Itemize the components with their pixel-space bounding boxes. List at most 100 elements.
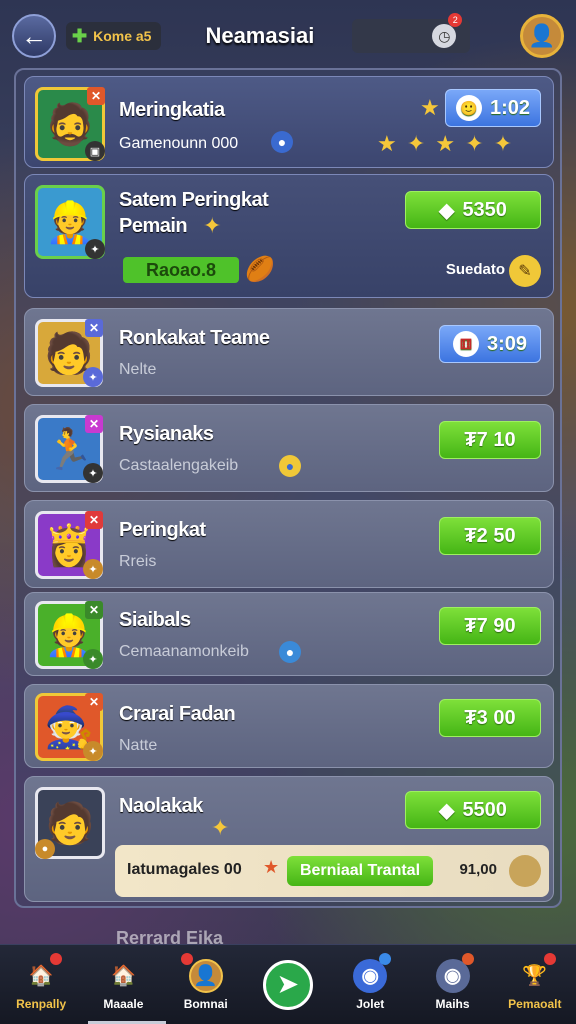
coin-icon: ●	[279, 455, 301, 477]
level-badge-icon: ✦	[83, 559, 103, 579]
medal-icon: ★	[263, 857, 280, 877]
search-field[interactable]: ◷ 2	[352, 13, 471, 53]
avatar-icon: 👤	[528, 23, 556, 48]
player-thumbnail: 👸 ✕ ✦	[35, 511, 103, 579]
tab-label: Pemaoalt	[508, 996, 562, 1011]
price-button[interactable]: ₮7 90	[439, 607, 541, 645]
list-item[interactable]: 👸 ✕ ✦ Peringkat Rreis ₮2 50	[24, 500, 554, 588]
player-thumbnail: 🧑 ●	[35, 787, 105, 859]
star-icon: ★	[420, 95, 440, 120]
player-name: Ronkakat Teame	[119, 327, 270, 349]
banner-button[interactable]: Berniaal Trantal	[287, 856, 433, 886]
list-item[interactable]: 🧑 ● Naolakak ✦ ◆ 5500 Iatumagales 00 ★ B…	[24, 776, 554, 902]
back-button[interactable]: ←	[12, 14, 56, 58]
tab-badge	[543, 953, 556, 965]
banner-left-text: Iatumagales 00	[127, 861, 242, 878]
rating-stars-icon: ★ ✦ ★ ✦ ✦	[377, 131, 515, 156]
score-value: 1:02	[489, 96, 531, 119]
close-icon[interactable]: ✕	[87, 87, 105, 105]
player-subtitle: Cemaanamonkeib	[119, 643, 249, 660]
level-badge-icon: ▣	[85, 141, 105, 161]
player-thumbnail: 🏃 ✕ ✦	[35, 415, 103, 483]
tab-leaderboard[interactable]: 🏆 Pemaoalt	[494, 945, 576, 1024]
tab-badge	[180, 953, 193, 965]
player-subtitle: Nelte	[119, 361, 157, 378]
gem-icon: ◆	[439, 199, 455, 222]
tab-badge	[461, 953, 474, 965]
level-badge-icon: ✦	[83, 463, 103, 483]
score-button[interactable]: 🙂 1:02	[445, 89, 541, 127]
list-item[interactable]: 👷 ✕ ✦ Siaibals Cemaanamonkeib ● ₮7 90	[24, 592, 554, 676]
tab-play[interactable]: ➤	[247, 945, 329, 1024]
promo-banner: Iatumagales 00 ★ Berniaal Trantal 91,00	[115, 845, 549, 897]
score-button[interactable]: ◆ 5500	[405, 791, 541, 829]
tab-label: Jolet	[356, 996, 385, 1011]
player-subtitle: Castaalengakeib	[119, 457, 239, 474]
leaderboard-panel: 🧔 ✕ ▣ Meringkatia Gamenounn 000 ● ★ ★ ✦ …	[14, 68, 562, 908]
sparkle-icon: ✦	[211, 815, 230, 840]
player-name: Naolakak	[119, 795, 203, 817]
score-value: 3:09	[486, 332, 528, 355]
list-item-peek: Rerrard Eika	[30, 916, 550, 944]
rank-tag: Raoao.8	[123, 257, 239, 283]
banner-right-text: 91,00	[459, 861, 497, 878]
price-button[interactable]: ₮7 10	[439, 421, 541, 459]
profile-avatar[interactable]: 👤	[520, 14, 564, 58]
list-item[interactable]: 🏃 ✕ ✦ Rysianaks Castaalengakeib ● ₮7 10	[24, 404, 554, 492]
gem-icon: ◆	[439, 799, 455, 822]
tab-profile[interactable]: 👤 Bomnai	[165, 945, 247, 1024]
player-portrait-icon: 🧔	[45, 102, 95, 147]
plus-gem-icon: ✚	[72, 25, 88, 46]
score-button[interactable]: ⚅ 3:09	[439, 325, 541, 363]
tab-label: Maihs	[435, 996, 470, 1011]
player-name: Peringkat	[119, 519, 206, 541]
player-name: Rysianaks	[119, 423, 214, 445]
tab-maihs[interactable]: ◉ Maihs	[411, 945, 493, 1024]
player-portrait-icon: 🧑	[45, 801, 95, 846]
play-icon: ➤	[262, 959, 313, 1010]
list-item[interactable]: 🧙 ✕ ✦ Crarai Fadan Natte ₮3 00	[24, 684, 554, 768]
tab-home[interactable]: 🏠 Renpally	[0, 945, 82, 1024]
close-icon[interactable]: ✕	[85, 511, 103, 529]
player-name: Crarai Fadan	[119, 703, 236, 725]
price-button[interactable]: ₮3 00	[439, 699, 541, 737]
close-icon[interactable]: ✕	[85, 693, 103, 711]
level-badge-icon: ✦	[85, 239, 105, 259]
player-thumbnail: 🧙 ✕ ✦	[35, 693, 103, 761]
player-thumbnail: 👷 ✕ ✦	[35, 601, 103, 669]
player-name-line2: Pemain	[119, 215, 188, 237]
player-name: Satem Peringkat	[119, 189, 269, 211]
back-arrow-icon: ←	[21, 20, 47, 51]
clock-icon[interactable]: ◷	[432, 24, 457, 48]
player-thumbnail: 🧔 ✕ ▣	[35, 87, 105, 161]
chip-label: Kome a5	[93, 28, 152, 44]
close-icon[interactable]: ✕	[85, 415, 103, 433]
sparkle-icon: ✦	[203, 213, 222, 238]
notification-badge: 2	[448, 13, 463, 27]
score-value: 5500	[462, 798, 507, 821]
tab-label: Maaale	[103, 996, 144, 1011]
level-badge-icon: ✦	[83, 367, 103, 387]
price-button[interactable]: ₮2 50	[439, 517, 541, 555]
player-thumbnail: 👷 ✦	[35, 185, 105, 259]
score-value: 5350	[462, 198, 507, 221]
currency-chip[interactable]: ✚ Kome a5	[66, 22, 162, 50]
player-portrait-icon: 👷	[45, 200, 95, 245]
coin-icon: ●	[279, 641, 301, 663]
score-button[interactable]: ◆ 5350	[405, 191, 541, 229]
level-badge-icon: ✦	[83, 649, 103, 669]
coin-icon	[509, 855, 541, 887]
list-item[interactable]: 🧑 ✕ ✦ Ronkakat Teame Nelte ⚅ 3:09	[24, 308, 554, 396]
tab-maaale[interactable]: 🏠 Maaale	[82, 945, 164, 1024]
tab-label: Bomnai	[183, 996, 228, 1011]
close-icon[interactable]: ✕	[85, 601, 103, 619]
side-label: Suedato	[445, 261, 505, 278]
featured-card[interactable]: 🧔 ✕ ▣ Meringkatia Gamenounn 000 ● ★ ★ ✦ …	[24, 76, 554, 168]
tab-jolet[interactable]: ◉ Jolet	[329, 945, 411, 1024]
info-icon[interactable]: ●	[271, 131, 293, 153]
edit-icon[interactable]: ✎	[509, 255, 541, 287]
level-badge-icon: ✦	[83, 741, 103, 761]
featured-card[interactable]: 👷 ✦ Satem Peringkat Pemain ✦ Raoao.8 🏉 ◆…	[24, 174, 554, 298]
player-subtitle: Rreis	[119, 553, 157, 570]
close-icon[interactable]: ✕	[85, 319, 103, 337]
